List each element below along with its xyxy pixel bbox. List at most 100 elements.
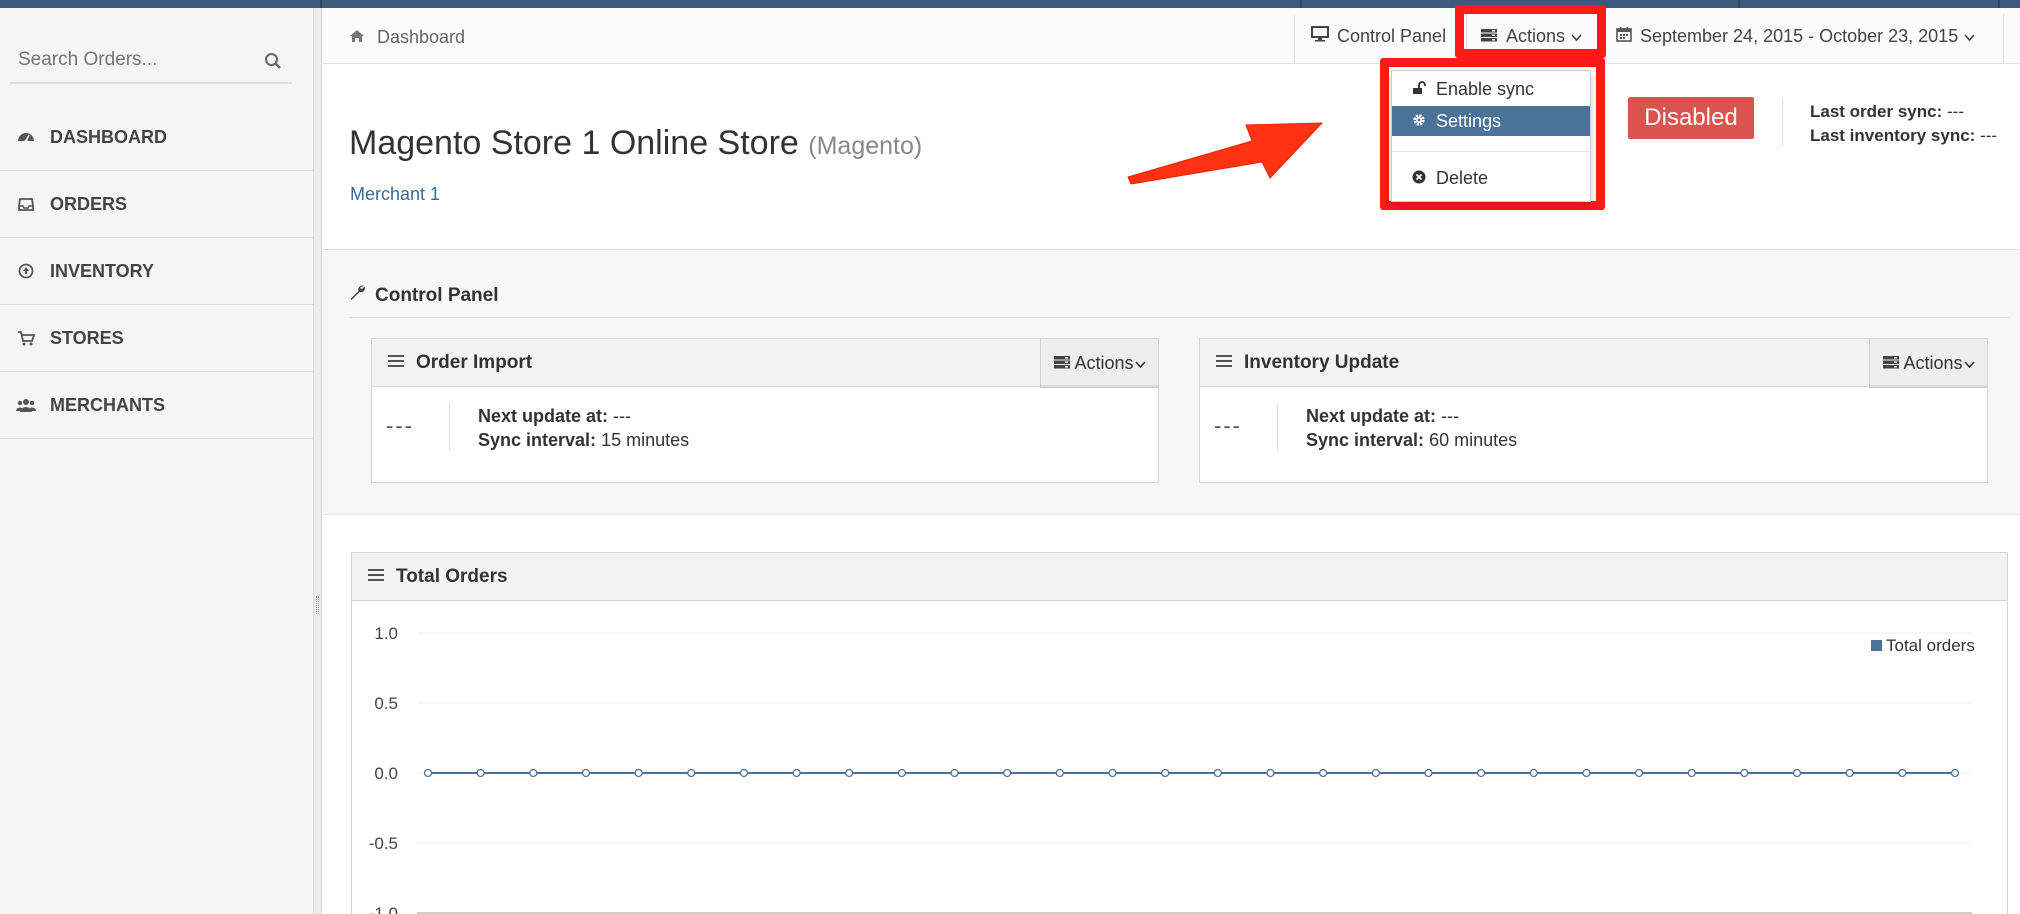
y-tick-label: -0.5 xyxy=(369,834,398,853)
data-point xyxy=(687,768,696,778)
menu-item-delete[interactable]: Delete xyxy=(1392,163,1590,193)
panel-header: Inventory Update Actions xyxy=(1200,339,1987,388)
data-point xyxy=(1582,768,1591,778)
panel-title: Inventory Update xyxy=(1216,352,1399,374)
sidebar-item-merchants[interactable]: MERCHANTS xyxy=(0,372,314,439)
data-point xyxy=(950,768,959,778)
last-order-sync-value: --- xyxy=(1947,102,1964,121)
panel-title: Order Import xyxy=(388,352,532,374)
actions-label: Actions xyxy=(1903,352,1963,373)
menu-item-label: Delete xyxy=(1436,167,1489,188)
section-title: Control Panel xyxy=(349,284,499,307)
inventory-update-actions-button[interactable]: Actions xyxy=(1869,339,1987,388)
sidebar-item-label: INVENTORY xyxy=(50,260,155,281)
sync-interval-value: 60 minutes xyxy=(1429,430,1518,450)
y-tick-label: 0.5 xyxy=(374,694,398,713)
panel-title-label: Inventory Update xyxy=(1244,352,1400,373)
data-point xyxy=(1055,768,1065,778)
data-point xyxy=(1845,768,1854,778)
toolbar-separator xyxy=(1294,14,1295,64)
date-range-picker[interactable]: September 24, 2015 - October 23, 2015 xyxy=(1616,26,1975,47)
server-icon xyxy=(1882,353,1900,374)
store-platform: (Magento) xyxy=(808,132,923,160)
chevron-down-icon xyxy=(1963,353,1975,374)
sidebar-item-label: ORDERS xyxy=(50,193,128,214)
dashboard-icon xyxy=(16,127,36,147)
sidebar-item-label: STORES xyxy=(50,327,124,348)
sync-status: --- xyxy=(1214,413,1242,438)
last-order-sync-label: Last order sync: xyxy=(1810,102,1943,121)
sidebar-resize-handle[interactable] xyxy=(314,8,322,914)
sync-details: Next update at: --- Sync interval: 15 mi… xyxy=(478,404,689,452)
actions-label: Actions xyxy=(1074,352,1134,373)
gear-icon xyxy=(1412,111,1426,132)
sidebar-item-orders[interactable]: ORDERS xyxy=(0,171,314,238)
data-point xyxy=(634,768,643,778)
data-point xyxy=(792,768,801,778)
last-inventory-sync-value: --- xyxy=(1980,126,1998,145)
data-point xyxy=(1898,768,1907,778)
inbox-icon xyxy=(16,194,36,214)
total-orders-chart: 1.0 0.5 0.0 -0.5 -1.0 Total orders xyxy=(369,624,1975,914)
status-badge: Disabled xyxy=(1628,97,1754,139)
merchant-link[interactable]: Merchant 1 xyxy=(350,184,440,205)
control-panel-button[interactable]: Control Panel xyxy=(1311,26,1446,47)
list-icon xyxy=(1216,352,1232,374)
legend-swatch xyxy=(1871,640,1882,651)
sidebar-item-inventory[interactable]: INVENTORY xyxy=(0,238,314,305)
sidebar-item-dashboard[interactable]: DASHBOARD xyxy=(0,104,314,171)
times-circle-icon xyxy=(1412,168,1426,189)
order-import-actions-button[interactable]: Actions xyxy=(1040,339,1158,388)
control-panel-title: Control Panel xyxy=(375,284,499,306)
breadcrumb-label: Dashboard xyxy=(377,27,466,47)
y-tick-label: 1.0 xyxy=(374,624,398,643)
home-icon xyxy=(349,27,365,48)
data-point xyxy=(897,768,907,778)
sync-info: Last order sync: --- Last inventory sync… xyxy=(1810,100,1997,148)
data-point xyxy=(739,768,749,778)
menu-item-enable-sync[interactable]: Enable sync xyxy=(1392,74,1590,104)
sync-interval-label: Sync interval: xyxy=(478,430,597,450)
list-icon xyxy=(388,352,404,374)
panel-title-label: Order Import xyxy=(416,352,533,373)
inventory-update-panel: Inventory Update Actions --- Next update… xyxy=(1199,338,1988,483)
sync-interval-value: 15 minutes xyxy=(601,430,690,450)
next-update-label: Next update at: xyxy=(478,406,609,426)
highlight-box xyxy=(1455,5,1606,58)
menu-item-settings[interactable]: Settings xyxy=(1392,106,1590,136)
data-point xyxy=(1687,768,1696,778)
page-title: Magento Store 1 Online Store (Magento) xyxy=(349,124,922,163)
menu-item-label: Enable sync xyxy=(1436,78,1535,99)
sidebar-item-stores[interactable]: STORES xyxy=(0,305,314,372)
data-point xyxy=(845,768,854,778)
data-point xyxy=(1792,768,1802,778)
search-input[interactable] xyxy=(10,38,250,82)
list-icon xyxy=(368,566,384,588)
divider xyxy=(449,403,450,451)
wrench-icon xyxy=(349,284,366,307)
data-point xyxy=(1003,768,1012,778)
panel-body: --- Next update at: --- Sync interval: 1… xyxy=(372,388,1158,483)
panel-title: Total Orders xyxy=(368,566,508,588)
total-orders-panel: Total Orders 1.0 0.5 0.0 -0.5 -1.0 Total orde… xyxy=(351,552,2008,914)
menu-item-label: Settings xyxy=(1436,110,1502,131)
data-point xyxy=(1371,768,1380,778)
data-point xyxy=(1950,768,1960,778)
order-import-panel: Order Import Actions --- Next update at:… xyxy=(371,338,1159,483)
data-point xyxy=(1476,768,1486,778)
menu-divider xyxy=(1392,151,1590,152)
chevron-down-icon xyxy=(1964,26,1975,47)
breadcrumb[interactable]: Dashboard xyxy=(349,27,465,48)
sync-details: Next update at: --- Sync interval: 60 mi… xyxy=(1306,404,1517,452)
panel-header: Order Import Actions xyxy=(372,339,1158,388)
data-point xyxy=(1213,768,1222,778)
sidebar: DASHBOARD ORDERS INVENTORY STORES MERCHA… xyxy=(0,8,314,914)
next-update-label: Next update at: xyxy=(1306,406,1437,426)
search-icon[interactable] xyxy=(264,52,282,75)
chevron-down-icon xyxy=(1134,353,1146,374)
date-range-label: September 24, 2015 - October 23, 2015 xyxy=(1640,26,1959,46)
upload-circle-icon xyxy=(16,261,36,281)
data-point xyxy=(1634,768,1644,778)
control-panel-section: Control Panel Order Import Actions --- N… xyxy=(323,251,2020,515)
users-icon xyxy=(16,395,36,415)
